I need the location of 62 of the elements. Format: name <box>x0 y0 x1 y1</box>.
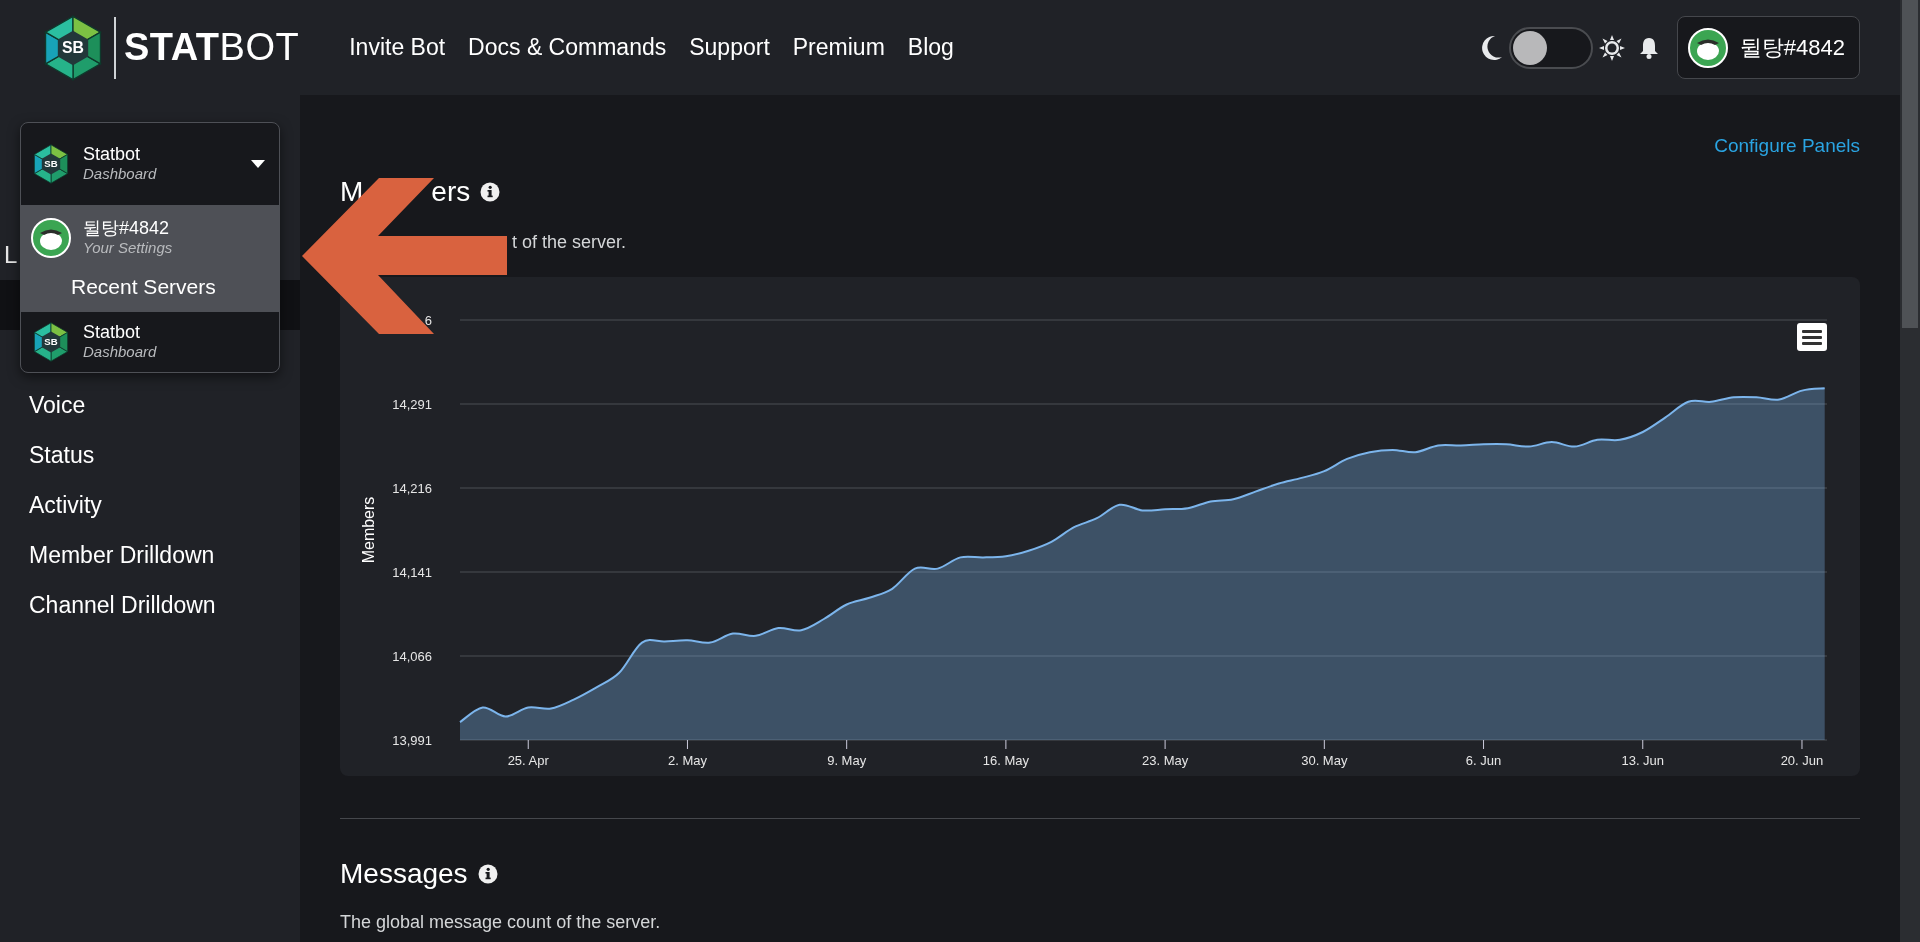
user-name: 뒬탕#4842 <box>83 217 171 238</box>
x-tick-label: 23. May <box>1142 753 1189 768</box>
x-tick-label: 13. Jun <box>1621 753 1665 768</box>
nav-link[interactable]: Invite Bot <box>349 34 446 61</box>
caret-icon <box>251 160 265 168</box>
server-item[interactable]: SB Statbot Dashboard <box>21 312 279 372</box>
sidebar-item[interactable]: Activity <box>0 480 300 530</box>
y-tick-label: 13,991 <box>392 733 432 748</box>
info-icon[interactable] <box>480 182 501 202</box>
x-tick-label: 20. Jun <box>1780 753 1824 768</box>
y-axis-title: Members <box>360 496 377 564</box>
menu-section-heading: Recent Servers <box>21 270 279 312</box>
sun-icon <box>1598 34 1625 61</box>
bell-icon[interactable] <box>1638 36 1659 59</box>
item-subtitle: Dashboard <box>83 164 157 184</box>
avatar-icon <box>1687 27 1728 68</box>
x-tick-label: 6. Jun <box>1465 753 1502 768</box>
y-tick-label: 14,216 <box>392 481 432 496</box>
sidebar-heading: L <box>4 240 18 270</box>
server-selector[interactable]: SB Statbot Dashboard <box>21 123 279 205</box>
server-icon <box>33 322 69 362</box>
nav-link[interactable]: Premium <box>792 34 885 61</box>
panel-description: t of the server. <box>512 231 628 253</box>
scrollbar-track[interactable] <box>1900 0 1920 942</box>
avatar-icon <box>31 217 71 258</box>
server-icon <box>33 144 69 184</box>
item-subtitle: Dashboard <box>83 342 157 362</box>
panel-title: M <box>340 176 364 208</box>
y-tick-label: 14,291 <box>392 397 432 412</box>
sidebar-item[interactable]: Status <box>0 430 300 480</box>
item-subtitle: Your Settings <box>83 237 173 258</box>
y-tick-label: 14,066 <box>392 649 432 664</box>
chart-menu-button[interactable] <box>1797 323 1827 351</box>
logo-wordmark[interactable]: STATBOT <box>124 26 300 69</box>
x-tick-label: 9. May <box>827 753 867 768</box>
panel-description: The global message count of the server. <box>340 911 662 933</box>
configure-panels-link[interactable]: Configure Panels <box>1714 131 1860 161</box>
nav-link[interactable]: Blog <box>907 34 954 61</box>
nav-link[interactable]: Support <box>689 34 770 61</box>
sidebar-item[interactable]: Channel Drilldown <box>0 580 300 630</box>
user-settings-item[interactable]: 뒬탕#4842 Your Settings <box>21 205 279 270</box>
theme-toggle[interactable] <box>1508 26 1593 69</box>
hexagon-logo-icon <box>44 14 102 81</box>
server-name: Statbot <box>83 144 142 164</box>
nav-link[interactable]: Docs & Commands <box>468 34 667 61</box>
sidebar-item[interactable]: Member Drilldown <box>0 530 300 580</box>
user-menu-button[interactable]: 뒬탕#4842 <box>1676 16 1860 79</box>
logo-initials: SB <box>44 158 58 170</box>
panel-title: Messages <box>340 858 468 890</box>
x-tick-label: 25. Apr <box>507 753 549 768</box>
y-tick-label: 14,141 <box>392 565 432 580</box>
scrollbar-thumb[interactable] <box>1902 0 1918 328</box>
y-tick-label: 6 <box>424 313 432 328</box>
logo-initials: SB <box>44 336 58 348</box>
logo-initials: SB <box>62 38 84 56</box>
info-icon[interactable] <box>477 864 498 884</box>
panel-title: ers <box>431 176 471 208</box>
sidebar-item[interactable]: Voice <box>0 380 300 430</box>
x-tick-label: 16. May <box>982 753 1029 768</box>
server-name: Statbot <box>83 322 142 342</box>
x-tick-label: 2. May <box>667 753 707 768</box>
x-tick-label: 30. May <box>1301 753 1348 768</box>
